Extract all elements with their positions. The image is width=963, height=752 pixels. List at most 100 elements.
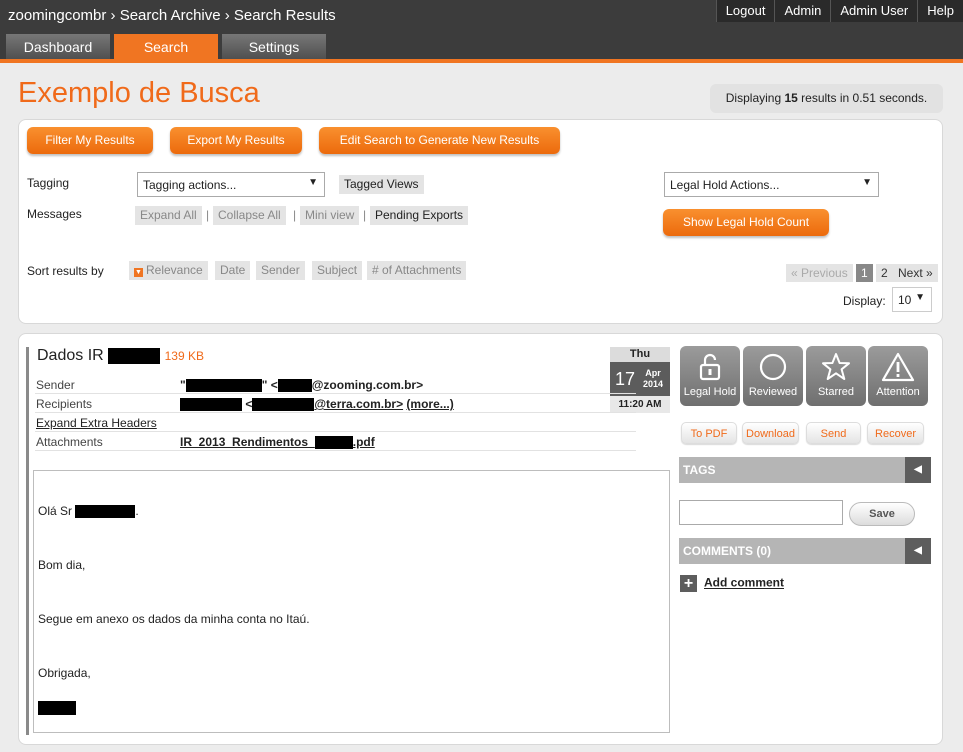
reviewed-button[interactable]: Reviewed bbox=[743, 346, 803, 406]
tab-settings[interactable]: Settings bbox=[222, 34, 326, 60]
unlock-icon bbox=[680, 352, 740, 382]
sender-quote-close: " < bbox=[261, 378, 278, 392]
tagging-actions-value: Tagging actions... bbox=[143, 178, 237, 192]
legal-hold-actions-select[interactable]: Legal Hold Actions... ▼ bbox=[664, 172, 879, 197]
messages-label: Messages bbox=[27, 207, 82, 221]
previous-page-button[interactable]: « Previous bbox=[786, 264, 853, 282]
body-greeting-end: . bbox=[135, 504, 139, 518]
recipients-row: Recipients < @terra.com.br> (more...) bbox=[35, 394, 636, 413]
recipient-lt: < bbox=[242, 397, 253, 411]
expand-all-button[interactable]: Expand All bbox=[135, 206, 202, 225]
attachment-name-prefix: IR_2013_Rendimentos_ bbox=[180, 435, 315, 449]
sort-label: Sort results by bbox=[27, 264, 104, 278]
redaction bbox=[75, 505, 136, 519]
results-summary: Displaying 15 results in 0.51 seconds. bbox=[710, 84, 943, 113]
tags-title: TAGS bbox=[683, 463, 716, 477]
add-comment-label: Add comment bbox=[704, 575, 785, 590]
sort-desc-icon: ▼ bbox=[134, 268, 143, 277]
redaction bbox=[252, 398, 315, 412]
date-weekday: Thu bbox=[610, 347, 670, 362]
starred-label: Starred bbox=[817, 386, 855, 398]
to-pdf-button[interactable]: To PDF bbox=[681, 422, 737, 444]
redaction bbox=[180, 398, 242, 412]
legal-hold-label: Legal Hold bbox=[683, 386, 737, 398]
send-button[interactable]: Send bbox=[806, 422, 861, 444]
download-button[interactable]: Download bbox=[742, 422, 799, 444]
collapse-icon[interactable]: ◀ bbox=[905, 457, 931, 483]
next-page-button[interactable]: Next » bbox=[893, 264, 938, 282]
body-line-4: Obrigada, bbox=[38, 666, 91, 680]
sort-attachments[interactable]: # of Attachments bbox=[367, 261, 467, 280]
message-body: Olá Sr . Bom dia, Segue em anexo os dado… bbox=[33, 470, 670, 733]
mini-view-button[interactable]: Mini view bbox=[300, 206, 360, 225]
top-nav: Logout Admin Admin User Help bbox=[715, 0, 963, 22]
export-results-button[interactable]: Export My Results bbox=[170, 127, 302, 154]
display-count-value: 10 bbox=[898, 293, 912, 307]
expand-extra-headers-link[interactable]: Expand Extra Headers bbox=[36, 416, 157, 430]
help-link[interactable]: Help bbox=[917, 0, 963, 22]
body-greeting: Olá Sr . bbox=[38, 504, 139, 519]
attachment-link[interactable]: IR_2013_Rendimentos_ .pdf bbox=[180, 435, 375, 450]
legal-hold-actions-value: Legal Hold Actions... bbox=[670, 178, 780, 192]
chevron-down-icon: ▼ bbox=[862, 177, 872, 188]
recipient-domain[interactable]: @terra.com.br> bbox=[314, 397, 403, 411]
message-selection-bar bbox=[26, 347, 29, 735]
results-prefix: Displaying bbox=[725, 91, 785, 105]
more-recipients-link[interactable]: (more...) bbox=[406, 397, 453, 411]
page-1-button[interactable]: 1 bbox=[856, 264, 873, 282]
sort-date[interactable]: Date bbox=[215, 261, 251, 280]
date-year: 2014 bbox=[643, 379, 664, 389]
comments-title: COMMENTS (0) bbox=[683, 544, 771, 558]
separator: | bbox=[293, 208, 297, 222]
sort-sender[interactable]: Sender bbox=[256, 261, 305, 280]
redaction bbox=[38, 700, 76, 715]
extra-headers-row: Expand Extra Headers bbox=[35, 413, 636, 432]
tagged-views-button[interactable]: Tagged Views bbox=[339, 175, 424, 194]
chevron-down-icon: ▼ bbox=[915, 292, 925, 303]
body-signature bbox=[38, 700, 76, 715]
tags-section-header[interactable]: TAGS ◀ bbox=[679, 457, 931, 483]
admin-link[interactable]: Admin bbox=[774, 0, 831, 22]
attention-button[interactable]: Attention bbox=[868, 346, 928, 406]
display-count-select[interactable]: 10 ▼ bbox=[892, 287, 932, 312]
breadcrumb: zoomingcombr › Search Archive › Search R… bbox=[8, 7, 336, 24]
collapse-all-button[interactable]: Collapse All bbox=[213, 206, 286, 225]
pending-exports-button[interactable]: Pending Exports bbox=[370, 206, 469, 225]
redaction bbox=[314, 436, 353, 450]
recipients-label: Recipients bbox=[36, 397, 93, 411]
tagging-actions-select[interactable]: Tagging actions... ▼ bbox=[137, 172, 325, 197]
tab-dashboard[interactable]: Dashboard bbox=[6, 34, 110, 60]
sort-relevance[interactable]: ▼ Relevance bbox=[129, 261, 208, 280]
tab-search[interactable]: Search bbox=[114, 34, 218, 60]
filter-results-button[interactable]: Filter My Results bbox=[27, 127, 153, 154]
top-bar: zoomingcombr › Search Archive › Search R… bbox=[0, 0, 963, 62]
results-suffix: results in 0.51 seconds. bbox=[797, 91, 928, 105]
redaction bbox=[185, 379, 262, 393]
date-month: Apr bbox=[645, 368, 661, 378]
attachment-name-suffix: .pdf bbox=[352, 435, 375, 449]
redaction bbox=[108, 347, 161, 364]
starred-button[interactable]: Starred bbox=[806, 346, 866, 406]
legal-hold-button[interactable]: Legal Hold bbox=[680, 346, 740, 406]
message-subject[interactable]: Dados IR 139 KB bbox=[37, 347, 204, 365]
recover-button[interactable]: Recover bbox=[867, 422, 924, 444]
admin-user-link[interactable]: Admin User bbox=[830, 0, 918, 22]
chevron-down-icon: ▼ bbox=[308, 177, 318, 188]
circle-icon bbox=[743, 352, 803, 382]
page-2-button[interactable]: 2 bbox=[876, 264, 893, 282]
separator: | bbox=[363, 208, 367, 222]
add-comment-button[interactable]: + Add comment bbox=[680, 575, 784, 592]
save-tag-button[interactable]: Save bbox=[849, 502, 915, 526]
logout-link[interactable]: Logout bbox=[715, 0, 775, 22]
sender-value: " " < @zooming.com.br> bbox=[180, 378, 424, 393]
show-legal-hold-count-button[interactable]: Show Legal Hold Count bbox=[663, 209, 829, 236]
display-label: Display: bbox=[843, 294, 886, 308]
tag-input[interactable] bbox=[679, 500, 843, 525]
sender-domain: @zooming.com.br> bbox=[311, 378, 424, 392]
comments-section-header[interactable]: COMMENTS (0) ◀ bbox=[679, 538, 931, 564]
edit-search-button[interactable]: Edit Search to Generate New Results bbox=[319, 127, 560, 154]
results-count: 15 bbox=[784, 91, 798, 105]
collapse-icon[interactable]: ◀ bbox=[905, 538, 931, 564]
sort-subject[interactable]: Subject bbox=[312, 261, 363, 280]
sort-relevance-label: Relevance bbox=[146, 263, 203, 277]
